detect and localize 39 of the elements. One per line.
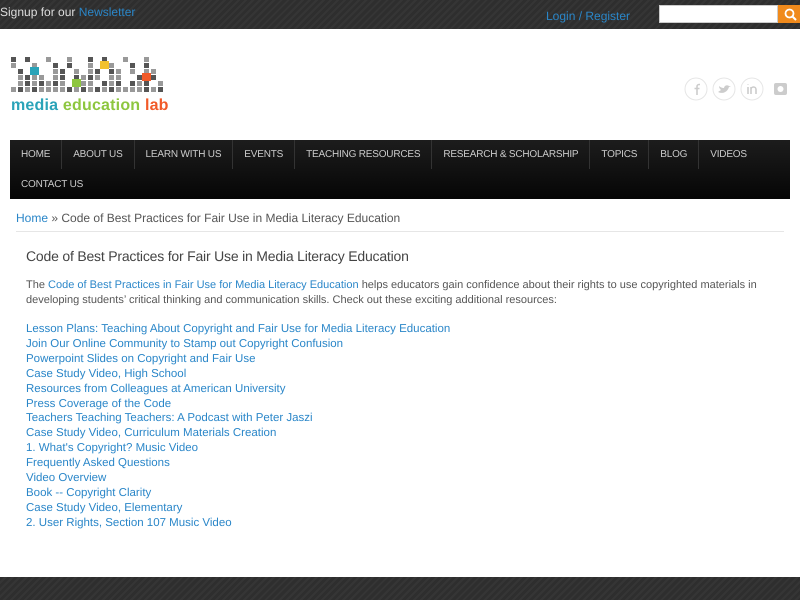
resource-link[interactable]: Case Study Video, Curriculum Materials Creation	[26, 426, 276, 442]
search-button[interactable]	[778, 5, 800, 23]
search-field[interactable]	[659, 5, 778, 23]
resource-link[interactable]: Powerpoint Slides on Copyright and Fair Use	[26, 352, 256, 367]
twitter-icon[interactable]	[712, 77, 736, 101]
resource-link[interactable]: Join Our Online Community to Stamp out Copyright Confusion	[26, 336, 344, 352]
breadcrumb-home-link[interactable]: Home	[16, 211, 48, 225]
resource-link[interactable]: Video Overview	[26, 471, 106, 486]
resource-link[interactable]: Press Coverage of the Code	[26, 396, 172, 412]
nav-item[interactable]: TEACHING RESOURCES	[295, 140, 432, 169]
resource-link[interactable]: 2. User Rights, Section 107 Music Video	[26, 516, 232, 531]
breadcrumb: Home » Code of Best Practices for Fair Use in Media Literacy Education	[16, 211, 784, 232]
resource-link[interactable]: Teachers Teaching Teachers: A Podcast with Peter Jaszi	[26, 411, 313, 426]
login-register-link[interactable]: Login / Register	[546, 9, 630, 23]
resource-link[interactable]: Case Study Video, High School	[26, 366, 186, 382]
newsletter-link[interactable]: Newsletter	[78, 4, 136, 18]
code-of-best-practices-link[interactable]: Code of Best Practices in Fair Use for Media Literacy Education	[48, 279, 359, 291]
logo-text[interactable]: media education lab	[11, 97, 169, 115]
signup-text: Signup for our Newsletter	[0, 4, 136, 18]
resource-link[interactable]: Lesson Plans: Teaching About Copyright and Fair Use for Media Literacy Education	[26, 322, 450, 337]
resource-link[interactable]: 1. What's Copyright? Music Video	[26, 441, 198, 456]
page-title: Code of Best Practices for Fair Use in Media Literacy Education	[26, 248, 410, 264]
nav-item[interactable]: VIDEOS	[699, 140, 758, 169]
resource-link[interactable]: Frequently Asked Questions	[26, 456, 170, 472]
resource-link[interactable]: Book -- Copyright Clarity	[26, 486, 152, 501]
nav-item[interactable]: BLOG	[649, 140, 700, 169]
intro-paragraph: The Code of Best Practices in Fair Use for Media Literacy Education helps educators gain confidence about their rights to use copyrighted materials in developing students’ critical thinking and communication skills. Check out these exciting additional resources:	[26, 278, 758, 308]
nav-item[interactable]: EVENTS	[233, 140, 296, 169]
linkedin-icon[interactable]	[740, 77, 764, 101]
nav-item[interactable]: LEARN WITH US	[134, 140, 234, 169]
nav-item[interactable]: CONTACT US	[10, 170, 94, 198]
facebook-icon[interactable]	[684, 77, 708, 101]
resource-link[interactable]: Case Study Video, Elementary	[26, 500, 182, 516]
resource-link[interactable]: Resources from Colleagues at American University	[26, 382, 286, 397]
nav-item[interactable]: ABOUT US	[62, 140, 135, 169]
nav-item[interactable]: TOPICS	[590, 140, 650, 169]
search-icon	[784, 8, 796, 20]
nav-item[interactable]: RESEARCH & SCHOLARSHIP	[432, 140, 590, 169]
nav-item[interactable]: HOME	[10, 140, 62, 169]
